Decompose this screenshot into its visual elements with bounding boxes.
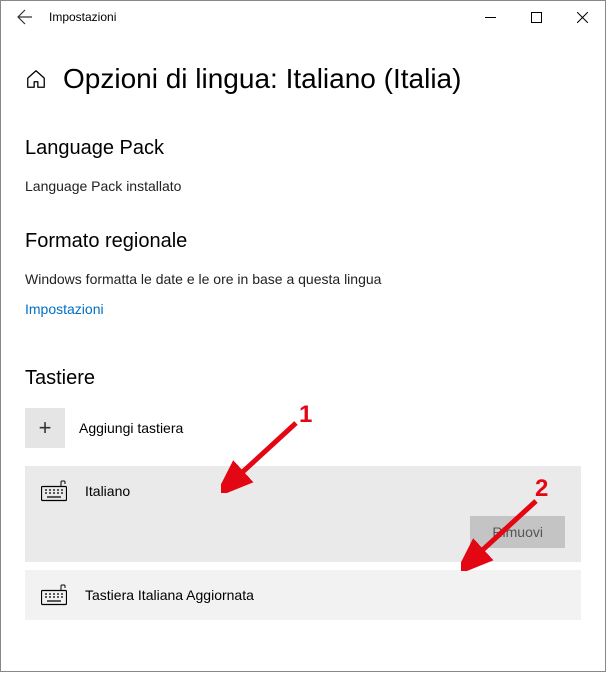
close-icon <box>577 12 588 23</box>
keyboard-item-italiano[interactable]: Italiano Rimuovi <box>25 466 581 562</box>
add-keyboard-label: Aggiungi tastiera <box>79 420 183 436</box>
page-header: Opzioni di lingua: Italiano (Italia) <box>25 63 581 95</box>
regional-format-settings-link[interactable]: Impostazioni <box>25 301 104 317</box>
keyboard-icon <box>41 584 67 606</box>
keyboard-label: Italiano <box>85 483 130 499</box>
regional-format-description: Windows formatta le date e le ore in bas… <box>25 271 581 287</box>
back-button[interactable] <box>9 1 41 33</box>
maximize-icon <box>531 12 542 23</box>
close-button[interactable] <box>559 1 605 33</box>
language-pack-heading: Language Pack <box>25 137 581 160</box>
titlebar: Impostazioni <box>1 1 605 33</box>
regional-format-heading: Formato regionale <box>25 230 581 253</box>
back-arrow-icon <box>17 9 33 25</box>
keyboards-heading: Tastiere <box>25 367 581 390</box>
maximize-button[interactable] <box>513 1 559 33</box>
page-title: Opzioni di lingua: Italiano (Italia) <box>63 63 461 95</box>
keyboard-icon <box>41 480 67 502</box>
minimize-icon <box>485 12 496 23</box>
add-keyboard-button[interactable]: + Aggiungi tastiera <box>25 408 581 448</box>
home-icon[interactable] <box>25 68 47 90</box>
minimize-button[interactable] <box>467 1 513 33</box>
plus-icon: + <box>25 408 65 448</box>
keyboard-label: Tastiera Italiana Aggiornata <box>85 587 254 603</box>
keyboard-item-aggiornata[interactable]: Tastiera Italiana Aggiornata <box>25 570 581 620</box>
language-pack-status: Language Pack installato <box>25 178 581 194</box>
window-title: Impostazioni <box>49 10 116 24</box>
remove-keyboard-button[interactable]: Rimuovi <box>470 516 565 548</box>
